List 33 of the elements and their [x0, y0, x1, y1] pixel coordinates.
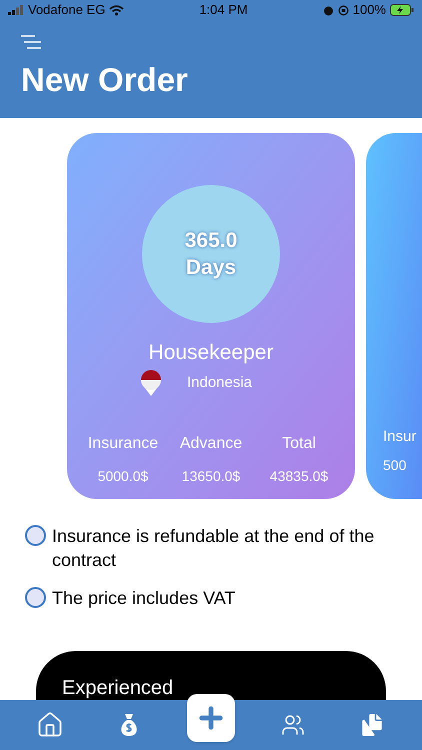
flag-pin-icon	[140, 370, 162, 396]
radio-button[interactable]	[25, 525, 46, 546]
fee-value: 43835.0$	[268, 467, 330, 486]
home-icon	[36, 711, 64, 739]
battery-charging-icon	[390, 4, 414, 16]
fee-label: Insurance	[86, 434, 160, 454]
experience-card[interactable]: Experienced	[36, 651, 386, 700]
rotation-lock-icon	[338, 4, 349, 16]
option-label: Insurance is refundable at the end of the contract	[52, 525, 376, 572]
job-title: Housekeeper	[148, 340, 274, 366]
order-card[interactable]: Insur 500	[366, 133, 422, 499]
fee-value: 500	[383, 456, 406, 474]
carrier-name: Vodafone EG	[28, 1, 106, 20]
days-unit: Days	[186, 255, 236, 281]
fee-label: Insur	[383, 428, 416, 446]
fee-value: 5000.0$	[96, 467, 150, 486]
add-button[interactable]	[186, 694, 235, 742]
fee-label: Total	[281, 434, 317, 454]
page-title: New Order	[21, 60, 188, 100]
days-value: 365.0	[184, 228, 238, 254]
users-icon	[280, 713, 305, 737]
order-card[interactable]: 365.0 Days Housekeeper Indonesia Insurance Advance Total 5000.0$ 13650.0$ 43835.0$	[67, 133, 355, 499]
menu-icon	[20, 34, 42, 50]
card-title: Experienced	[62, 677, 174, 699]
fee-value: 13650.0$	[180, 467, 242, 486]
radio-button[interactable]	[25, 587, 46, 608]
option-label: The price includes VAT	[52, 587, 236, 610]
fee-label: Advance	[178, 434, 244, 454]
signal-icon	[8, 5, 24, 15]
status-time: 1:04 PM	[199, 1, 248, 20]
country-name: Indonesia	[186, 372, 252, 393]
battery-percent: 100%	[352, 1, 386, 20]
wifi-icon	[109, 4, 124, 16]
